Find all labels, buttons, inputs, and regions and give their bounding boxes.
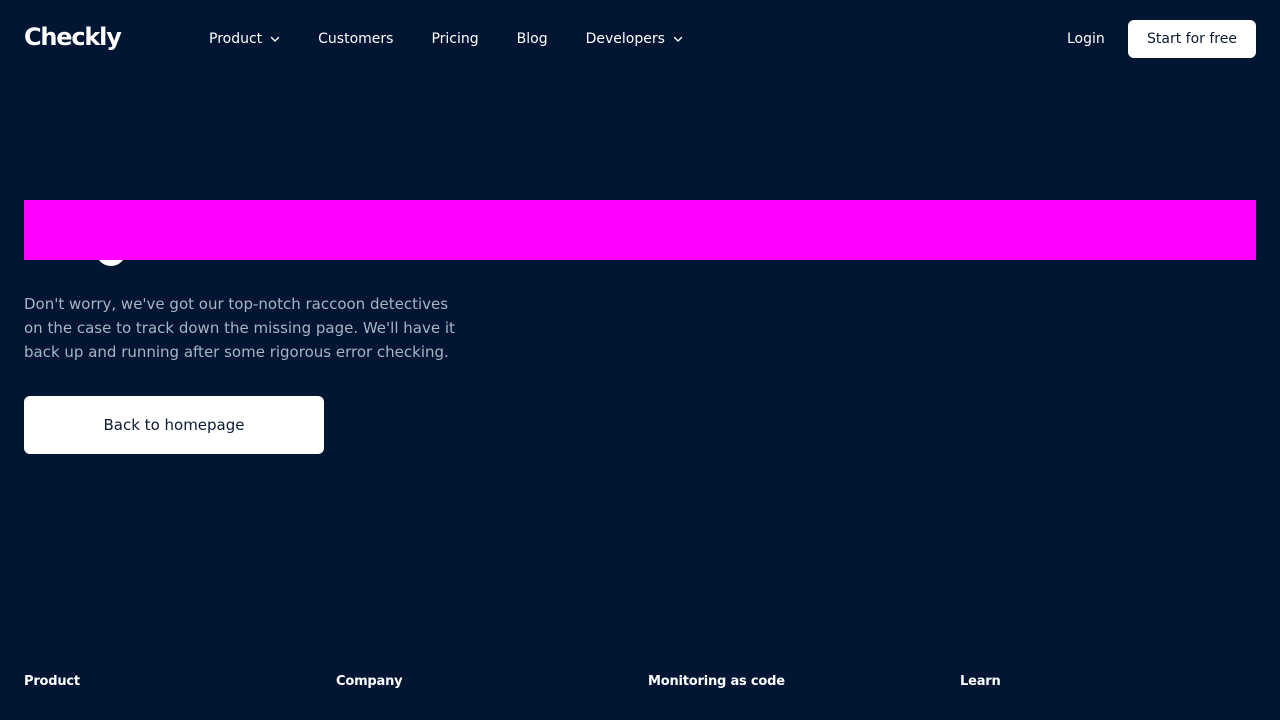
footer-heading-learn: Learn xyxy=(960,674,1001,689)
logo-wordmark: Checkly xyxy=(24,23,122,51)
nav-item-label: Product xyxy=(209,31,263,47)
login-link[interactable]: Login xyxy=(1067,29,1105,49)
nav-item-pricing[interactable]: Pricing xyxy=(431,31,478,47)
nav-item-label: Blog xyxy=(516,31,548,47)
footer-heading-monitoring-as-code: Monitoring as code xyxy=(648,674,785,689)
footer-heading-product: Product xyxy=(24,674,80,689)
chevron-down-icon xyxy=(270,36,280,42)
nav-item-label: Pricing xyxy=(431,31,479,47)
redacted-headline xyxy=(24,200,1256,260)
nav-item-blog[interactable]: Blog xyxy=(517,31,548,47)
nav-item-label: Developers xyxy=(585,31,665,47)
chevron-down-icon xyxy=(673,36,683,42)
nav-item-product[interactable]: Product xyxy=(209,31,280,47)
nav-item-label: Customers xyxy=(318,31,394,47)
main-nav: Product Customers Pricing Blog Developer… xyxy=(209,0,721,78)
footer-heading-company: Company xyxy=(336,674,403,689)
checkly-logo[interactable]: Checkly xyxy=(24,22,122,58)
start-for-free-button[interactable]: Start for free xyxy=(1128,20,1256,58)
back-to-homepage-button[interactable]: Back to homepage xyxy=(24,396,324,454)
error-description: Don't worry, we've got our top-notch rac… xyxy=(24,295,455,361)
site-header: Checkly Product Customers Pricing Blog D… xyxy=(0,0,1280,78)
nav-item-developers[interactable]: Developers xyxy=(586,31,683,47)
nav-item-customers[interactable]: Customers xyxy=(318,31,393,47)
